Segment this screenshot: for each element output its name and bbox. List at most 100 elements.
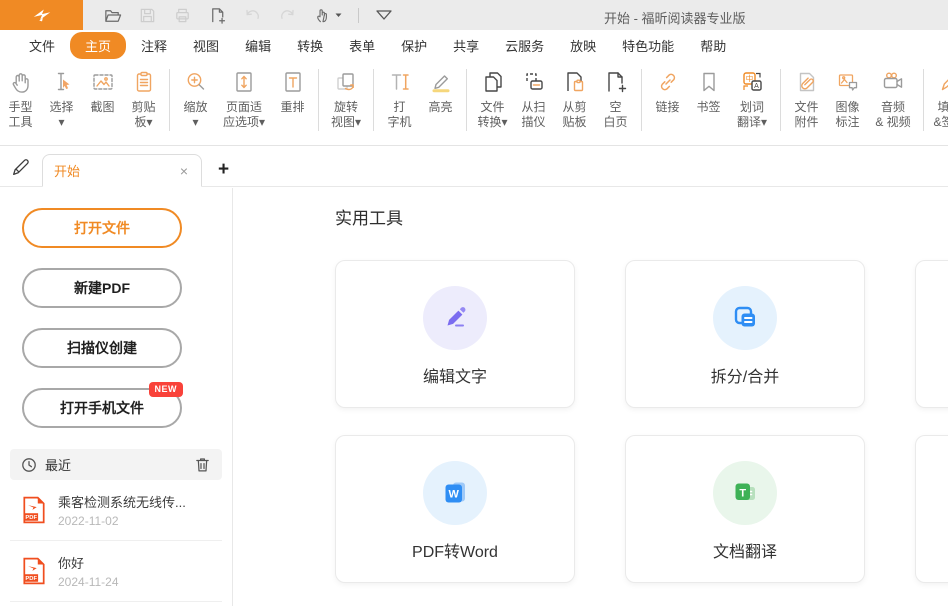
new-tab-button[interactable]: +: [218, 160, 229, 179]
qat-separator: [358, 8, 359, 23]
tab-start[interactable]: 开始 ×: [42, 154, 202, 187]
menu-edit[interactable]: 编辑: [232, 33, 284, 58]
collapse-toolbar-icon[interactable]: [375, 4, 393, 26]
card-edit-text[interactable]: 编辑文字: [335, 260, 575, 408]
recent-file-date: 2024-11-24: [58, 575, 119, 589]
toolbar-item-blank-page[interactable]: 空 白页: [595, 66, 636, 130]
fill-sign-icon: [937, 66, 948, 98]
trash-icon: [194, 456, 211, 473]
toolbar-item-file-convert[interactable]: 文件 转换▾: [472, 66, 513, 130]
toolbar-separator: [780, 69, 781, 131]
new-badge: NEW: [149, 382, 184, 397]
toolbar-separator: [169, 69, 170, 131]
clock-icon: [21, 457, 37, 473]
open-mobile-file-button[interactable]: 打开手机文件 NEW: [22, 388, 182, 428]
card-label: 文档翻译: [713, 538, 777, 562]
svg-text:PDF: PDF: [25, 515, 37, 521]
doc-translate-icon: T: [713, 461, 777, 525]
toolbar-item-from-scanner[interactable]: 从扫 描仪: [513, 66, 554, 130]
recent-file-row[interactable]: PDF 你好 2024-11-24: [10, 541, 222, 602]
toolbar-item-file-attachment[interactable]: 文件 附件: [786, 66, 827, 130]
new-pdf-button[interactable]: 新建PDF: [22, 268, 182, 308]
snapshot-icon: [90, 66, 116, 98]
clipboard-icon: [131, 66, 157, 98]
scanner-create-button[interactable]: 扫描仪创建: [22, 328, 182, 368]
redo-icon[interactable]: [278, 4, 297, 26]
menu-view[interactable]: 视图: [180, 33, 232, 58]
toolbar-item-hand-tool[interactable]: 手型 工具: [0, 66, 41, 130]
menu-present[interactable]: 放映: [557, 33, 609, 58]
tool-cards-grid: 编辑文字 拆分/合并 W PDF转Word T 文档翻译: [335, 260, 948, 583]
print-icon[interactable]: [173, 4, 192, 26]
recent-file-name: 你好: [58, 553, 119, 572]
menu-cloud[interactable]: 云服务: [492, 33, 557, 58]
from-clipboard-icon: [562, 66, 588, 98]
zoom-icon: [183, 66, 209, 98]
clear-recent-button[interactable]: [194, 456, 211, 473]
toolbar-group-view: 缩放 ▾ 页面适 应选项▾ 重排: [175, 66, 313, 130]
toolbar-item-audio-video[interactable]: 音频 & 视频: [868, 66, 918, 130]
toolbar-item-fill-sign[interactable]: 填写 &签名: [929, 66, 948, 130]
file-convert-icon: [480, 66, 506, 98]
toolbar-item-zoom[interactable]: 缩放 ▾: [175, 66, 216, 130]
toolbar-separator: [466, 69, 467, 131]
open-file-icon[interactable]: [103, 4, 122, 26]
app-window: 开始 - 福昕阅读器专业版 文件 主页 注释 视图 编辑 转换 表单 保护 共享…: [0, 0, 948, 606]
toolbar-item-typewriter[interactable]: 打 字机: [379, 66, 420, 130]
card-split-merge[interactable]: 拆分/合并: [625, 260, 865, 408]
card-pdf-to-word[interactable]: W PDF转Word: [335, 435, 575, 583]
menu-help[interactable]: 帮助: [687, 33, 739, 58]
open-file-button[interactable]: 打开文件: [22, 208, 182, 248]
toolbar-item-rotate-view[interactable]: 旋转 视图▾: [324, 66, 368, 130]
toolbar-item-select[interactable]: 选择 ▾: [41, 66, 82, 130]
toolbar-separator: [923, 69, 924, 131]
recent-section-header: 最近: [10, 449, 222, 480]
main-content: 实用工具 编辑文字 拆分/合并 W PDF转Word: [234, 188, 948, 606]
menu-share[interactable]: 共享: [440, 33, 492, 58]
card-partial[interactable]: [915, 435, 948, 583]
menu-bar: 文件 主页 注释 视图 编辑 转换 表单 保护 共享 云服务 放映 特色功能 帮…: [0, 30, 948, 60]
toolbar-item-image-annotation[interactable]: 图像 标注: [827, 66, 868, 130]
window-title: 开始 - 福昕阅读器专业版: [604, 8, 746, 27]
pdf-file-icon: PDF: [22, 557, 46, 585]
menu-features[interactable]: 特色功能: [609, 33, 687, 58]
menu-home[interactable]: 主页: [70, 32, 126, 59]
menu-file[interactable]: 文件: [16, 33, 68, 58]
title-bar: 开始 - 福昕阅读器专业版: [0, 0, 948, 30]
toolbar-item-fit-page[interactable]: 页面适 应选项▾: [216, 66, 272, 130]
foxit-logo: [0, 0, 83, 30]
card-partial[interactable]: [915, 260, 948, 408]
menu-convert[interactable]: 转换: [284, 33, 336, 58]
new-document-icon[interactable]: [208, 4, 227, 26]
translate-icon: 中A: [739, 66, 765, 98]
toolbar-item-link[interactable]: 链接: [647, 66, 688, 115]
card-doc-translate[interactable]: T 文档翻译: [625, 435, 865, 583]
toolbar-group-create: 文件 转换▾ 从扫 描仪 从剪 贴板 空 白页: [472, 66, 636, 130]
toolbar-item-snapshot[interactable]: 截图: [82, 66, 123, 115]
link-icon: [655, 66, 681, 98]
hand-pointer-icon[interactable]: [313, 4, 342, 26]
toolbar-item-reflow[interactable]: 重排: [272, 66, 313, 115]
save-icon[interactable]: [138, 4, 157, 26]
toolbar-separator: [641, 69, 642, 131]
menu-form[interactable]: 表单: [336, 33, 388, 58]
menu-protect[interactable]: 保护: [388, 33, 440, 58]
toolbar-item-highlight[interactable]: 高亮: [420, 66, 461, 115]
ribbon-toolbar: 手型 工具 选择 ▾ 截图 剪贴 板▾: [0, 60, 948, 146]
card-label: 拆分/合并: [711, 363, 779, 387]
toolbar-item-bookmark[interactable]: 书签: [688, 66, 729, 115]
menu-comment[interactable]: 注释: [128, 33, 180, 58]
tab-label: 开始: [54, 161, 80, 180]
toolbar-item-clipboard[interactable]: 剪贴 板▾: [123, 66, 164, 130]
recent-file-row[interactable]: PDF 乘客检测系统无线传... 2022-11-02: [10, 480, 222, 541]
card-label: PDF转Word: [412, 538, 498, 562]
toolbar-group-comment: 打 字机 高亮: [379, 66, 461, 130]
tab-close-icon[interactable]: ×: [178, 162, 190, 180]
toolbar-item-from-clipboard[interactable]: 从剪 贴板: [554, 66, 595, 130]
undo-icon[interactable]: [243, 4, 262, 26]
split-merge-icon: [713, 286, 777, 350]
toolbar-separator: [373, 69, 374, 131]
toolbar-item-translate[interactable]: 中A 划词 翻译▾: [729, 66, 775, 130]
recent-file-date: 2022-11-02: [58, 514, 186, 528]
edit-pencil-icon[interactable]: [0, 148, 42, 186]
